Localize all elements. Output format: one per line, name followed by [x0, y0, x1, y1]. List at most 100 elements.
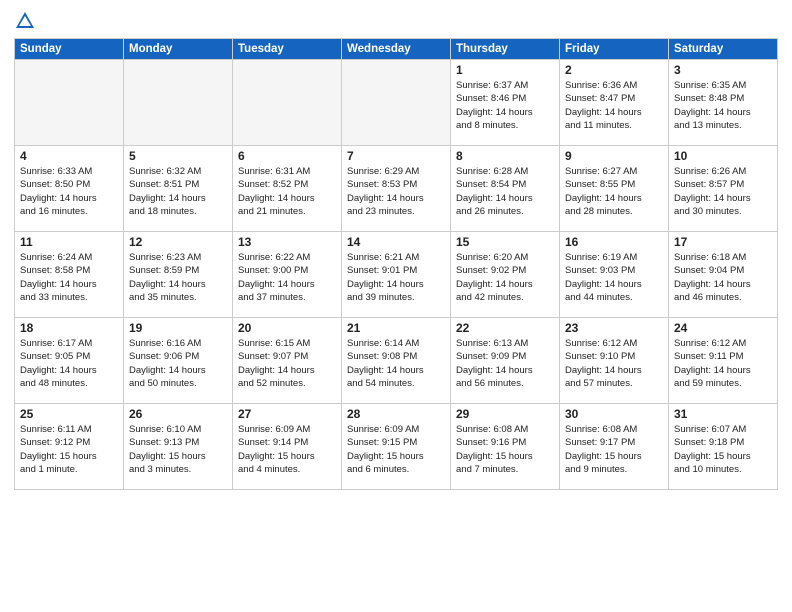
day-info: Sunrise: 6:35 AM Sunset: 8:48 PM Dayligh…	[674, 79, 772, 132]
day-cell: 1Sunrise: 6:37 AM Sunset: 8:46 PM Daylig…	[451, 60, 560, 146]
day-info: Sunrise: 6:07 AM Sunset: 9:18 PM Dayligh…	[674, 423, 772, 476]
day-number: 13	[238, 235, 336, 249]
day-number: 2	[565, 63, 663, 77]
day-info: Sunrise: 6:20 AM Sunset: 9:02 PM Dayligh…	[456, 251, 554, 304]
day-cell: 16 Sunrise: 6:19 AM Sunset: 9:03 PM Dayli…	[560, 232, 669, 318]
day-info: Sunrise: 6:33 AM Sunset: 8:50 PM Dayligh…	[20, 165, 118, 218]
day-info: Sunrise: 6:10 AM Sunset: 9:13 PM Dayligh…	[129, 423, 227, 476]
weekday-header-row: SundayMondayTuesdayWednesdayThursdayFrid…	[15, 39, 778, 60]
day-number: 3	[674, 63, 772, 77]
day-cell: 2 Sunrise: 6:36 AM Sunset: 8:47 PM Daylig…	[560, 60, 669, 146]
day-cell: 30 Sunrise: 6:08 AM Sunset: 9:17 PM Dayli…	[560, 404, 669, 490]
day-cell: 3 Sunrise: 6:35 AM Sunset: 8:48 PM Daylig…	[669, 60, 778, 146]
day-info: Sunrise: 6:13 AM Sunset: 9:09 PM Dayligh…	[456, 337, 554, 390]
day-info: Sunrise: 6:32 AM Sunset: 8:51 PM Dayligh…	[129, 165, 227, 218]
day-number: 31	[674, 407, 772, 421]
day-info: Sunrise: 6:14 AM Sunset: 9:08 PM Dayligh…	[347, 337, 445, 390]
day-info: Sunrise: 6:18 AM Sunset: 9:04 PM Dayligh…	[674, 251, 772, 304]
day-number: 1	[456, 63, 554, 77]
week-row-4: 18 Sunrise: 6:17 AM Sunset: 9:05 PM Dayli…	[15, 318, 778, 404]
day-number: 22	[456, 321, 554, 335]
day-info: Sunrise: 6:11 AM Sunset: 9:12 PM Dayligh…	[20, 423, 118, 476]
day-number: 27	[238, 407, 336, 421]
logo-icon	[14, 10, 36, 32]
weekday-header-monday: Monday	[124, 39, 233, 60]
day-info: Sunrise: 6:12 AM Sunset: 9:10 PM Dayligh…	[565, 337, 663, 390]
day-cell: 11Sunrise: 6:24 AM Sunset: 8:58 PM Dayli…	[15, 232, 124, 318]
day-number: 26	[129, 407, 227, 421]
day-info: Sunrise: 6:16 AM Sunset: 9:06 PM Dayligh…	[129, 337, 227, 390]
day-number: 19	[129, 321, 227, 335]
day-number: 6	[238, 149, 336, 163]
day-info: Sunrise: 6:08 AM Sunset: 9:16 PM Dayligh…	[456, 423, 554, 476]
weekday-header-tuesday: Tuesday	[233, 39, 342, 60]
weekday-header-friday: Friday	[560, 39, 669, 60]
day-info: Sunrise: 6:28 AM Sunset: 8:54 PM Dayligh…	[456, 165, 554, 218]
weekday-header-wednesday: Wednesday	[342, 39, 451, 60]
day-number: 25	[20, 407, 118, 421]
day-info: Sunrise: 6:29 AM Sunset: 8:53 PM Dayligh…	[347, 165, 445, 218]
day-info: Sunrise: 6:09 AM Sunset: 9:14 PM Dayligh…	[238, 423, 336, 476]
day-number: 12	[129, 235, 227, 249]
day-number: 23	[565, 321, 663, 335]
day-number: 21	[347, 321, 445, 335]
day-cell	[15, 60, 124, 146]
logo	[14, 10, 40, 32]
page: SundayMondayTuesdayWednesdayThursdayFrid…	[0, 0, 792, 612]
day-number: 10	[674, 149, 772, 163]
day-number: 28	[347, 407, 445, 421]
day-info: Sunrise: 6:09 AM Sunset: 9:15 PM Dayligh…	[347, 423, 445, 476]
day-number: 16	[565, 235, 663, 249]
day-number: 20	[238, 321, 336, 335]
day-number: 30	[565, 407, 663, 421]
weekday-header-saturday: Saturday	[669, 39, 778, 60]
day-cell: 15Sunrise: 6:20 AM Sunset: 9:02 PM Dayli…	[451, 232, 560, 318]
day-number: 14	[347, 235, 445, 249]
day-number: 24	[674, 321, 772, 335]
day-info: Sunrise: 6:36 AM Sunset: 8:47 PM Dayligh…	[565, 79, 663, 132]
day-info: Sunrise: 6:08 AM Sunset: 9:17 PM Dayligh…	[565, 423, 663, 476]
day-cell: 31 Sunrise: 6:07 AM Sunset: 9:18 PM Dayli…	[669, 404, 778, 490]
day-cell	[342, 60, 451, 146]
weekday-header-sunday: Sunday	[15, 39, 124, 60]
day-number: 8	[456, 149, 554, 163]
day-info: Sunrise: 6:27 AM Sunset: 8:55 PM Dayligh…	[565, 165, 663, 218]
day-info: Sunrise: 6:23 AM Sunset: 8:59 PM Dayligh…	[129, 251, 227, 304]
day-number: 4	[20, 149, 118, 163]
day-info: Sunrise: 6:17 AM Sunset: 9:05 PM Dayligh…	[20, 337, 118, 390]
day-cell	[233, 60, 342, 146]
day-info: Sunrise: 6:15 AM Sunset: 9:07 PM Dayligh…	[238, 337, 336, 390]
day-cell: 27 Sunrise: 6:09 AM Sunset: 9:14 PM Dayli…	[233, 404, 342, 490]
day-cell: 19 Sunrise: 6:16 AM Sunset: 9:06 PM Dayli…	[124, 318, 233, 404]
day-number: 18	[20, 321, 118, 335]
day-cell: 6 Sunrise: 6:31 AM Sunset: 8:52 PM Daylig…	[233, 146, 342, 232]
day-cell: 21 Sunrise: 6:14 AM Sunset: 9:08 PM Dayli…	[342, 318, 451, 404]
day-cell: 9 Sunrise: 6:27 AM Sunset: 8:55 PM Daylig…	[560, 146, 669, 232]
day-cell: 29 Sunrise: 6:08 AM Sunset: 9:16 PM Dayli…	[451, 404, 560, 490]
week-row-3: 11Sunrise: 6:24 AM Sunset: 8:58 PM Dayli…	[15, 232, 778, 318]
day-number: 9	[565, 149, 663, 163]
day-info: Sunrise: 6:21 AM Sunset: 9:01 PM Dayligh…	[347, 251, 445, 304]
day-number: 7	[347, 149, 445, 163]
week-row-1: 1Sunrise: 6:37 AM Sunset: 8:46 PM Daylig…	[15, 60, 778, 146]
day-info: Sunrise: 6:24 AM Sunset: 8:58 PM Dayligh…	[20, 251, 118, 304]
day-number: 29	[456, 407, 554, 421]
day-info: Sunrise: 6:31 AM Sunset: 8:52 PM Dayligh…	[238, 165, 336, 218]
day-cell: 24 Sunrise: 6:12 AM Sunset: 9:11 PM Dayli…	[669, 318, 778, 404]
day-number: 5	[129, 149, 227, 163]
day-info: Sunrise: 6:19 AM Sunset: 9:03 PM Dayligh…	[565, 251, 663, 304]
day-cell: 4 Sunrise: 6:33 AM Sunset: 8:50 PM Daylig…	[15, 146, 124, 232]
header	[14, 10, 778, 32]
day-info: Sunrise: 6:12 AM Sunset: 9:11 PM Dayligh…	[674, 337, 772, 390]
day-cell: 22 Sunrise: 6:13 AM Sunset: 9:09 PM Dayli…	[451, 318, 560, 404]
day-cell: 26 Sunrise: 6:10 AM Sunset: 9:13 PM Dayli…	[124, 404, 233, 490]
day-cell: 18 Sunrise: 6:17 AM Sunset: 9:05 PM Dayli…	[15, 318, 124, 404]
day-cell: 17Sunrise: 6:18 AM Sunset: 9:04 PM Dayli…	[669, 232, 778, 318]
day-cell: 8 Sunrise: 6:28 AM Sunset: 8:54 PM Daylig…	[451, 146, 560, 232]
day-cell: 12 Sunrise: 6:23 AM Sunset: 8:59 PM Dayli…	[124, 232, 233, 318]
day-info: Sunrise: 6:26 AM Sunset: 8:57 PM Dayligh…	[674, 165, 772, 218]
day-cell: 20 Sunrise: 6:15 AM Sunset: 9:07 PM Dayli…	[233, 318, 342, 404]
week-row-5: 25 Sunrise: 6:11 AM Sunset: 9:12 PM Dayli…	[15, 404, 778, 490]
day-cell: 25 Sunrise: 6:11 AM Sunset: 9:12 PM Dayli…	[15, 404, 124, 490]
day-info: Sunrise: 6:22 AM Sunset: 9:00 PM Dayligh…	[238, 251, 336, 304]
